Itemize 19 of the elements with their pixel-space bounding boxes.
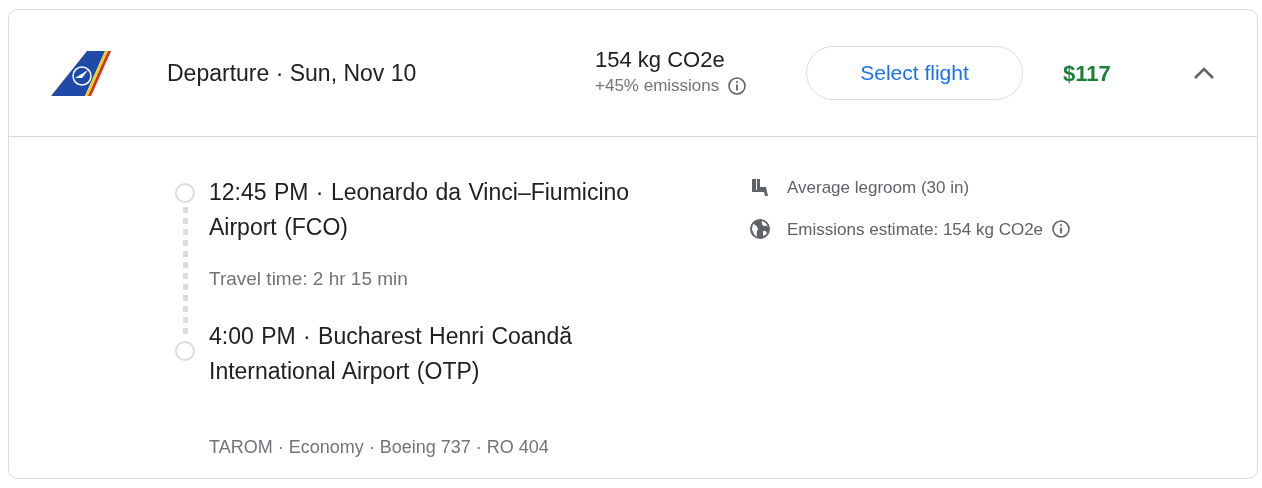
stop-marker (175, 183, 195, 203)
info-icon[interactable] (727, 76, 748, 97)
emissions-change: +45% emissions (595, 75, 720, 98)
select-flight-button[interactable]: Select flight (806, 46, 1023, 100)
flight-details: TAROM · Economy · Boeing 737 · RO 404 (209, 435, 550, 459)
seat-icon (749, 176, 771, 199)
info-icon[interactable] (1051, 219, 1072, 240)
airline-tail-logo (51, 50, 111, 96)
collapse-icon[interactable] (1193, 66, 1215, 80)
amenity-text: Average legroom (30 in) (787, 177, 970, 199)
stop-time-airport: 12:45 PM · Leonardo da Vinci–Fiumicino Airport (FCO) (209, 178, 631, 242)
globe-icon (749, 218, 771, 241)
stop-marker (175, 341, 195, 361)
flight-title: Departure · Sun, Nov 10 (167, 58, 418, 88)
amenity-text: Emissions estimate: 154 kg CO2e (787, 218, 1044, 241)
emissions-amount: 154 kg CO2e (595, 47, 726, 74)
price: $117 (1063, 59, 1112, 88)
stop-time-airport: 4:00 PM · Bucharest Henri Coandă International Airport (OTP) (209, 321, 573, 386)
travel-time: Travel time: 2 hr 15 min (209, 267, 409, 291)
